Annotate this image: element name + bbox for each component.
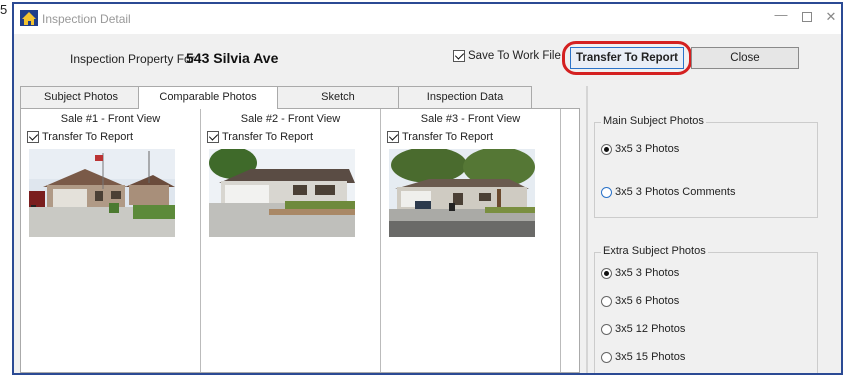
transfer-to-report-button[interactable]: Transfer To Report	[570, 47, 684, 69]
tab-comparable-photos[interactable]: Comparable Photos	[138, 86, 278, 109]
group-legend: Extra Subject Photos	[601, 245, 708, 257]
app-house-icon	[20, 10, 38, 26]
transfer-checkbox-label: Transfer To Report	[42, 131, 134, 144]
transfer-checkbox-1[interactable]: Transfer To Report	[27, 131, 134, 144]
radio-extra-3x5-12-photos[interactable]: 3x5 12 Photos	[601, 323, 685, 335]
minimize-button[interactable]: —	[771, 7, 791, 25]
save-checkbox-label: Save To Work File	[468, 50, 561, 62]
radio-extra-3x5-15-photos[interactable]: 3x5 15 Photos	[601, 351, 685, 363]
transfer-checkbox-3[interactable]: Transfer To Report	[387, 131, 494, 144]
comparable-photo-1[interactable]	[29, 149, 175, 237]
comparable-column-2: Sale #2 - Front View Transfer To Report	[201, 109, 381, 372]
radio-icon[interactable]	[601, 323, 612, 335]
window-title: Inspection Detail	[42, 12, 131, 26]
maximize-button[interactable]	[797, 9, 817, 27]
radio-main-3x5-3-photos-comments[interactable]: 3x5 3 Photos Comments	[601, 186, 735, 198]
radio-label: 3x5 3 Photos	[615, 267, 680, 280]
radio-icon[interactable]	[601, 351, 612, 363]
checkbox-icon[interactable]	[387, 131, 399, 144]
inspection-detail-window: Inspection Detail — ✕ Inspection Propert…	[12, 2, 843, 375]
page-number: 5	[0, 2, 8, 17]
panel-divider[interactable]	[586, 86, 588, 373]
photo-layout-options: Main Subject Photos 3x5 3 Photos 3x5 3 P…	[590, 86, 841, 373]
group-legend: Main Subject Photos	[601, 115, 706, 127]
extra-subject-photos-group: Extra Subject Photos 3x5 3 Photos 3x5 6 …	[594, 245, 818, 373]
radio-label: 3x5 6 Photos	[615, 295, 680, 308]
comparable-title: Sale #3 - Front View	[420, 113, 521, 125]
tab-inspection-data[interactable]: Inspection Data	[398, 86, 532, 108]
close-window-button[interactable]: ✕	[821, 9, 841, 27]
radio-label: 3x5 15 Photos	[615, 351, 686, 364]
radio-extra-3x5-3-photos[interactable]: 3x5 3 Photos	[601, 267, 679, 279]
radio-extra-3x5-6-photos[interactable]: 3x5 6 Photos	[601, 295, 679, 307]
comparable-title: Sale #1 - Front View	[60, 113, 161, 125]
property-address: 543 Silvia Ave	[186, 50, 279, 66]
comparable-column-1: Sale #1 - Front View Transfer To Report	[21, 109, 201, 372]
tab-subject-photos[interactable]: Subject Photos	[20, 86, 142, 108]
comparable-column-3: Sale #3 - Front View Transfer To Report	[381, 109, 561, 372]
transfer-checkbox-label: Transfer To Report	[402, 131, 494, 144]
save-to-work-file-checkbox[interactable]: Save To Work File	[453, 50, 561, 62]
radio-label: 3x5 3 Photos Comments	[615, 186, 736, 199]
transfer-checkbox-label: Transfer To Report	[222, 131, 314, 144]
header-row: Inspection Property For : 543 Silvia Ave…	[14, 34, 841, 82]
checkbox-icon[interactable]	[207, 131, 219, 144]
checkbox-icon[interactable]	[27, 131, 39, 144]
property-label: Inspection Property For :	[70, 52, 202, 66]
comparable-photos-panel: Sale #1 - Front View Transfer To Report	[20, 108, 580, 373]
title-bar: Inspection Detail — ✕	[14, 4, 841, 34]
radio-label: 3x5 3 Photos	[615, 143, 680, 156]
tab-sketch[interactable]: Sketch	[274, 86, 402, 108]
radio-label: 3x5 12 Photos	[615, 323, 686, 336]
radio-icon[interactable]	[601, 295, 612, 307]
comparable-photo-2[interactable]	[209, 149, 355, 237]
main-subject-photos-group: Main Subject Photos 3x5 3 Photos 3x5 3 P…	[594, 115, 818, 218]
radio-icon[interactable]	[601, 186, 612, 198]
tab-bar: Subject Photos Comparable Photos Sketch …	[20, 86, 580, 109]
close-button[interactable]: Close	[691, 47, 799, 69]
radio-icon[interactable]	[601, 143, 612, 155]
comparable-photo-3[interactable]	[389, 149, 535, 237]
transfer-checkbox-2[interactable]: Transfer To Report	[207, 131, 314, 144]
maximize-icon	[802, 12, 812, 22]
radio-main-3x5-3-photos[interactable]: 3x5 3 Photos	[601, 143, 679, 155]
comparable-title: Sale #2 - Front View	[240, 113, 341, 125]
checkbox-icon[interactable]	[453, 50, 465, 62]
radio-icon[interactable]	[601, 267, 612, 279]
